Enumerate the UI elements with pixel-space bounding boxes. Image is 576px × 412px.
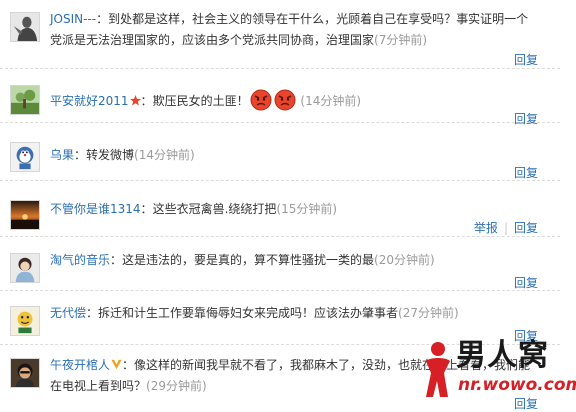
comment-text: 淘气的音乐：这是违法的，要是真的，算不算性骚扰一类的最(20分钟前) [50, 250, 536, 271]
avatar-image [11, 86, 39, 114]
avatar-image [11, 359, 39, 387]
angry-face-icon [274, 89, 296, 111]
watermark-title: 男人窝 [456, 338, 549, 373]
reply-button[interactable]: 回复 [514, 53, 538, 67]
comment-actions: 回复 [514, 51, 538, 68]
timestamp: (14分钟前) [134, 148, 195, 162]
comment-body: 欺压民女的土匪！ [152, 94, 249, 108]
comment-body: 这些衣冠禽兽.绕绕打把 [152, 202, 277, 216]
verified-v-icon [111, 359, 122, 370]
comment-body: 拆迁和计生工作要靠侮辱妇女来完成吗！应该法办肇事者 [98, 306, 399, 320]
reply-button[interactable]: 回复 [514, 112, 538, 126]
avatar[interactable] [10, 12, 40, 42]
comment-item: 不管你是谁1314：这些衣冠禽兽.绕绕打把(15分钟前) 举报 | 回复 [0, 194, 560, 237]
separator: ： [96, 12, 109, 26]
comment-actions: 回复 [514, 110, 538, 127]
comment-text: 乌果：转发微博(14分钟前) [50, 145, 536, 166]
separator: ： [110, 253, 123, 267]
timestamp: (20分钟前) [374, 253, 435, 267]
comment-actions: 回复 [514, 274, 538, 291]
comment-item: 淘气的音乐：这是违法的，要是真的，算不算性骚扰一类的最(20分钟前) 回复 [0, 248, 560, 291]
username-link[interactable]: 平安就好2011 [50, 94, 129, 108]
avatar[interactable] [10, 253, 40, 283]
separator: ： [86, 306, 99, 320]
avatar-image [11, 254, 39, 282]
comment-text: JOSIN---：到处都是这样，社会主义的领导在干什么，光顾着自己在享受吗？事实… [50, 9, 536, 51]
watermark-url: nr.wowo.com [458, 375, 576, 395]
username-link[interactable]: 午夜开棺人 [50, 358, 110, 372]
divider: | [503, 221, 508, 235]
angry-face-icon [250, 89, 272, 111]
separator: ： [122, 358, 135, 372]
avatar-image [11, 143, 39, 171]
avatar[interactable] [10, 358, 40, 388]
comment-text: 不管你是谁1314：这些衣冠禽兽.绕绕打把(15分钟前) [50, 199, 536, 220]
username-link[interactable]: 淘气的音乐 [50, 253, 110, 267]
comment-text: 无代偿：拆迁和计生工作要靠侮辱妇女来完成吗！应该法办肇事者(27分钟前) [50, 303, 536, 324]
username-link[interactable]: 乌果 [50, 148, 74, 162]
timestamp: (7分钟前) [374, 33, 428, 47]
comment-body: 转发微博 [86, 148, 135, 162]
comment-item: 乌果：转发微博(14分钟前) 回复 [0, 136, 560, 181]
comment-text: 平安就好2011 ：欺压民女的土匪！ (14分钟前) [50, 89, 536, 112]
separator: ： [140, 202, 153, 216]
site-watermark-logo: 男人窝 nr.wowo.com [422, 338, 576, 401]
avatar[interactable] [10, 85, 40, 115]
timestamp: (14分钟前) [300, 94, 362, 108]
reply-button[interactable]: 回复 [514, 276, 538, 290]
avatar[interactable] [10, 306, 40, 336]
separator: ： [140, 94, 153, 108]
avatar-image [11, 307, 39, 335]
avatar[interactable] [10, 142, 40, 172]
comment-body: 这是违法的，要是真的，算不算性骚扰一类的最 [122, 253, 375, 267]
comment-actions: 举报 | 回复 [474, 219, 538, 236]
reply-button[interactable]: 回复 [514, 221, 538, 235]
report-button[interactable]: 举报 [474, 221, 498, 235]
avatar-image [11, 13, 39, 41]
comment-item: 平安就好2011 ：欺压民女的土匪！ (14分钟前) 回复 [0, 80, 560, 126]
avatar-image [11, 201, 39, 229]
username-link[interactable]: 无代偿 [50, 306, 86, 320]
reply-button[interactable]: 回复 [514, 166, 538, 180]
timestamp: (27分钟前) [398, 306, 459, 320]
comment-actions: 回复 [514, 164, 538, 181]
username-link[interactable]: JOSIN--- [50, 12, 96, 26]
comment-body: 到处都是这样，社会主义的领导在干什么，光顾着自己在享受吗？事实证明一个党派是无法… [50, 12, 529, 47]
username-link[interactable]: 不管你是谁1314 [50, 202, 141, 216]
avatar[interactable] [10, 200, 40, 230]
timestamp: (29分钟前) [146, 379, 207, 393]
comment-item: JOSIN---：到处都是这样，社会主义的领导在干什么，光顾着自己在享受吗？事实… [0, 6, 560, 69]
timestamp: (15分钟前) [276, 202, 338, 216]
verified-star-icon [129, 95, 141, 106]
separator: ： [74, 148, 87, 162]
